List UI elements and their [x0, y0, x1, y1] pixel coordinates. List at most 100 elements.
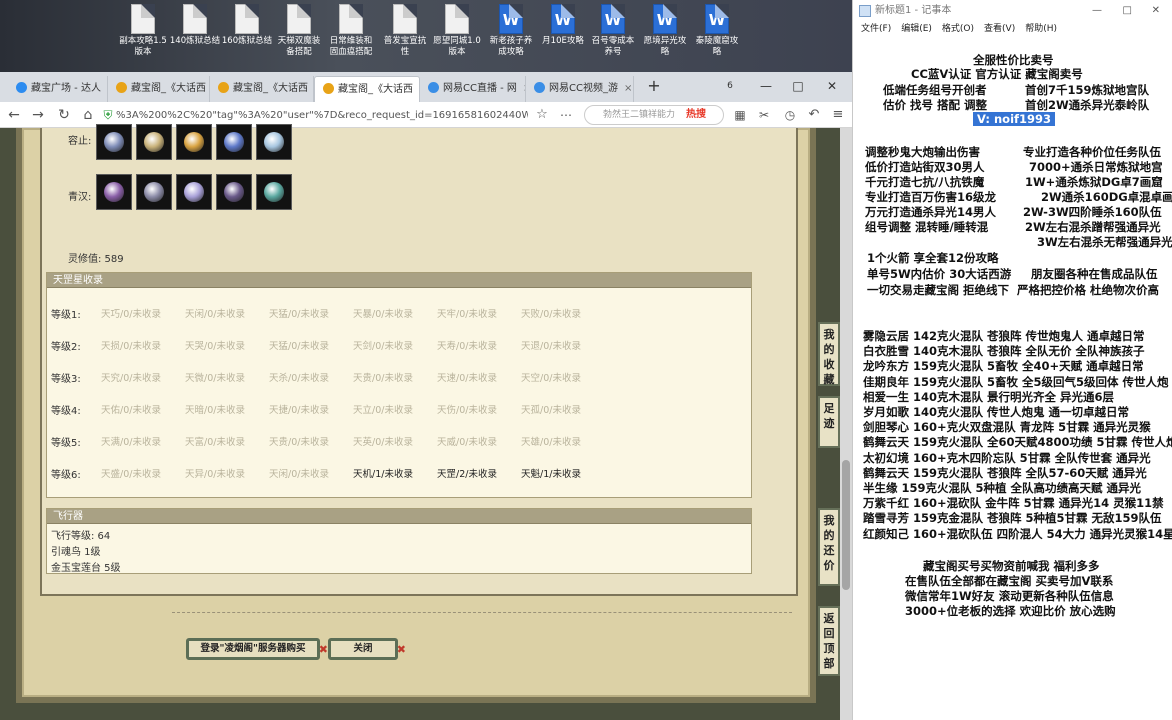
close-icon[interactable]: ✕ — [1152, 0, 1160, 22]
desktop-icon[interactable]: 副本攻略1.5 版本 — [116, 4, 170, 58]
equipment-item[interactable] — [136, 174, 172, 210]
desktop-icon[interactable]: W 召号零成本 养号 — [586, 4, 640, 58]
tiangang-section: 天罡星收录 等级1: 天巧/0/未收录 天闲/0/未收录 天猛/0/未收录 天暴/0/未… — [46, 272, 752, 498]
scroll-thumb[interactable] — [842, 460, 850, 590]
equipment-item[interactable] — [96, 124, 132, 160]
bookmark-star-icon[interactable]: ☆ — [532, 105, 552, 125]
cut-icon[interactable]: ✂ — [754, 105, 774, 125]
history-icon[interactable]: ◷ — [780, 105, 800, 125]
close-x-icon: ✖ — [396, 643, 406, 656]
home-icon[interactable]: ⌂ — [78, 105, 98, 125]
text-doc-icon — [287, 4, 311, 34]
feixing-header: 飞行器 — [47, 509, 751, 524]
browser-tab[interactable]: 藏宝阁_《大话西× — [108, 76, 210, 102]
tab-label: 网易CC视频_游 — [549, 83, 618, 94]
equipment-item[interactable] — [216, 174, 252, 210]
url-field[interactable]: %3A%200%2C%20"tag"%3A%20"user"%7D&reco_r… — [116, 106, 528, 125]
tab-label: 藏宝阁_《大话西 — [233, 83, 308, 94]
equipment-item[interactable] — [176, 124, 212, 160]
browser-tab[interactable]: 藏宝阁_《大话西× — [314, 76, 420, 102]
desktop-icon[interactable]: W 秦陵魔窟攻 略 — [690, 4, 744, 58]
team-listing: 剑胆琴心 160+克火双盘混队 青龙阵 5甘霖 通异光灵猴 — [863, 420, 1151, 435]
minimize-icon[interactable]: — — [1092, 0, 1102, 22]
menu-icon[interactable]: ≡ — [828, 105, 848, 125]
close-x-icon: ✖ — [318, 643, 328, 656]
service-line: 2W左右混杀蹭帮强通异光 — [1025, 220, 1161, 234]
desktop-icon[interactable]: 160炼狱总结 — [220, 4, 274, 47]
item-icon — [104, 132, 124, 152]
equipment-item[interactable] — [256, 124, 292, 160]
back-to-top-button[interactable]: 返回顶部 — [818, 606, 840, 676]
star-cell: 天巧/0/未收录 — [101, 309, 161, 320]
equipment-item[interactable] — [256, 174, 292, 210]
close-button[interactable]: 关闭 ✖ — [328, 638, 406, 660]
browser-tab[interactable]: 藏宝阁_《大话西× — [210, 76, 314, 102]
apps-icon[interactable]: ▦ — [730, 105, 750, 125]
tab-label: 藏宝阁_《大话西 — [131, 83, 206, 94]
star-cell: 天空/0/未收录 — [521, 373, 581, 384]
browser-tab[interactable]: 网易CC视频_游 × — [526, 76, 634, 102]
desktop-icon[interactable]: W 愿境异光攻 略 — [638, 4, 692, 58]
team-listing: 踏雪寻芳 159克金混队 苍狼阵 5种植5甘霖 无敌159队伍 — [863, 511, 1162, 526]
role-detail-panel: 容止: 青汉: 灵修值: 589 天罡星收录 等级1: 天巧/0/未收录 天闲/0/… — [16, 124, 816, 703]
level-label: 等级4: — [51, 406, 81, 417]
item-icon — [224, 132, 244, 152]
star-cell: 天雄/0/未收录 — [521, 437, 581, 448]
maximize-icon[interactable]: □ — [1123, 0, 1132, 22]
notepad-menu-item[interactable]: 文件(F) — [861, 24, 891, 34]
notepad-menu-item[interactable]: 查看(V) — [984, 24, 1015, 34]
equipment-item[interactable] — [176, 174, 212, 210]
notepad-menu-item[interactable]: 编辑(E) — [901, 24, 932, 34]
feixing-level: 飞行等级: 64 — [51, 531, 111, 542]
hot-search-label[interactable]: 热搜 — [686, 106, 706, 124]
notepad-text[interactable]: 全服性价比卖号 CC蓝V认证 官方认证 藏宝阁卖号 低端任务组号开创者 首创7千159… — [853, 38, 1172, 720]
divider — [172, 612, 792, 613]
equipment-item[interactable] — [136, 124, 172, 160]
team-listing: 半生缘 159克火混队 5种植 全队高功绩高天赋 通异光 — [863, 481, 1142, 495]
item-icon — [144, 182, 164, 202]
tab-favicon-icon — [16, 82, 27, 93]
desktop-icon[interactable]: 愿望同城1.0 版本 — [430, 4, 484, 58]
desktop-icon-label: 日常维装和 固血瘟搭配 — [329, 36, 373, 57]
desktop-icon[interactable]: 天梯双魔装 备搭配 — [272, 4, 326, 58]
equipment-item[interactable] — [96, 174, 132, 210]
more-icon[interactable]: ⋯ — [556, 105, 576, 125]
page-scrollbar[interactable] — [840, 128, 852, 720]
close-icon[interactable]: ✕ — [818, 72, 846, 100]
desktop-icon[interactable]: 日常维装和 固血瘟搭配 — [324, 4, 378, 58]
equipment-item[interactable] — [216, 124, 252, 160]
back-icon[interactable]: ← — [4, 105, 24, 125]
notepad-contact-highlight: V: noif1993 — [973, 112, 1056, 126]
star-cell: 天猛/0/未收录 — [269, 341, 329, 352]
maximize-icon[interactable]: □ — [784, 72, 812, 100]
tab-favicon-icon — [116, 82, 127, 93]
reload-icon[interactable]: ↻ — [54, 105, 74, 125]
browser-tab[interactable]: 网易CC直播 - 网× — [420, 76, 526, 102]
text-doc-icon — [339, 4, 363, 34]
desktop-icon[interactable]: 普发宝宣抗 性 — [378, 4, 432, 58]
my-offers-button[interactable]: 我的还价 — [818, 508, 840, 586]
service-line: 专业打造百万伤害16级龙 — [865, 190, 997, 204]
minimize-icon[interactable]: — — [752, 72, 780, 100]
team-listing: 相爱一生 140克木混队 景行明光齐全 异光通6层 — [863, 389, 1115, 404]
notepad-menu-item[interactable]: 格式(O) — [942, 24, 974, 34]
browser-tab[interactable]: 藏宝广场 - 达人× — [8, 76, 108, 102]
desktop-icon[interactable]: W 月10E攻略 — [536, 4, 590, 47]
forward-icon[interactable]: → — [28, 105, 48, 125]
tab-close-icon[interactable]: × — [624, 83, 632, 94]
notepad-line: 首创7千159炼狱地宫队 — [1025, 83, 1150, 97]
star-cell: 天罡/2/未收录 — [437, 469, 497, 480]
buy-button[interactable]: 登录"凌烟阁"服务器购买 ✖ — [186, 638, 328, 660]
notepad-menu-item[interactable]: 帮助(H) — [1025, 24, 1057, 34]
desktop-icon[interactable]: 140炼狱总结 — [168, 4, 222, 47]
star-cell: 天满/0/未收录 — [101, 437, 161, 448]
footprint-button[interactable]: 足迹 — [818, 396, 840, 448]
new-tab-button[interactable]: + — [640, 72, 668, 100]
tab-count-badge: 6 — [727, 81, 733, 91]
star-cell: 天贵/0/未收录 — [353, 373, 413, 384]
undo-icon[interactable]: ↶ — [804, 105, 824, 125]
my-favorites-button[interactable]: 我的收藏 — [818, 322, 840, 386]
desktop-icon[interactable]: W 新老孩子养 成攻略 — [484, 4, 538, 58]
game-page: 容止: 青汉: 灵修值: 589 天罡星收录 等级1: 天巧/0/未收录 天闲/0/… — [0, 124, 852, 720]
team-listing: 佳期良年 159克火混队 5畜牧 全5级回气5级回体 传世人炮 — [863, 374, 1169, 389]
